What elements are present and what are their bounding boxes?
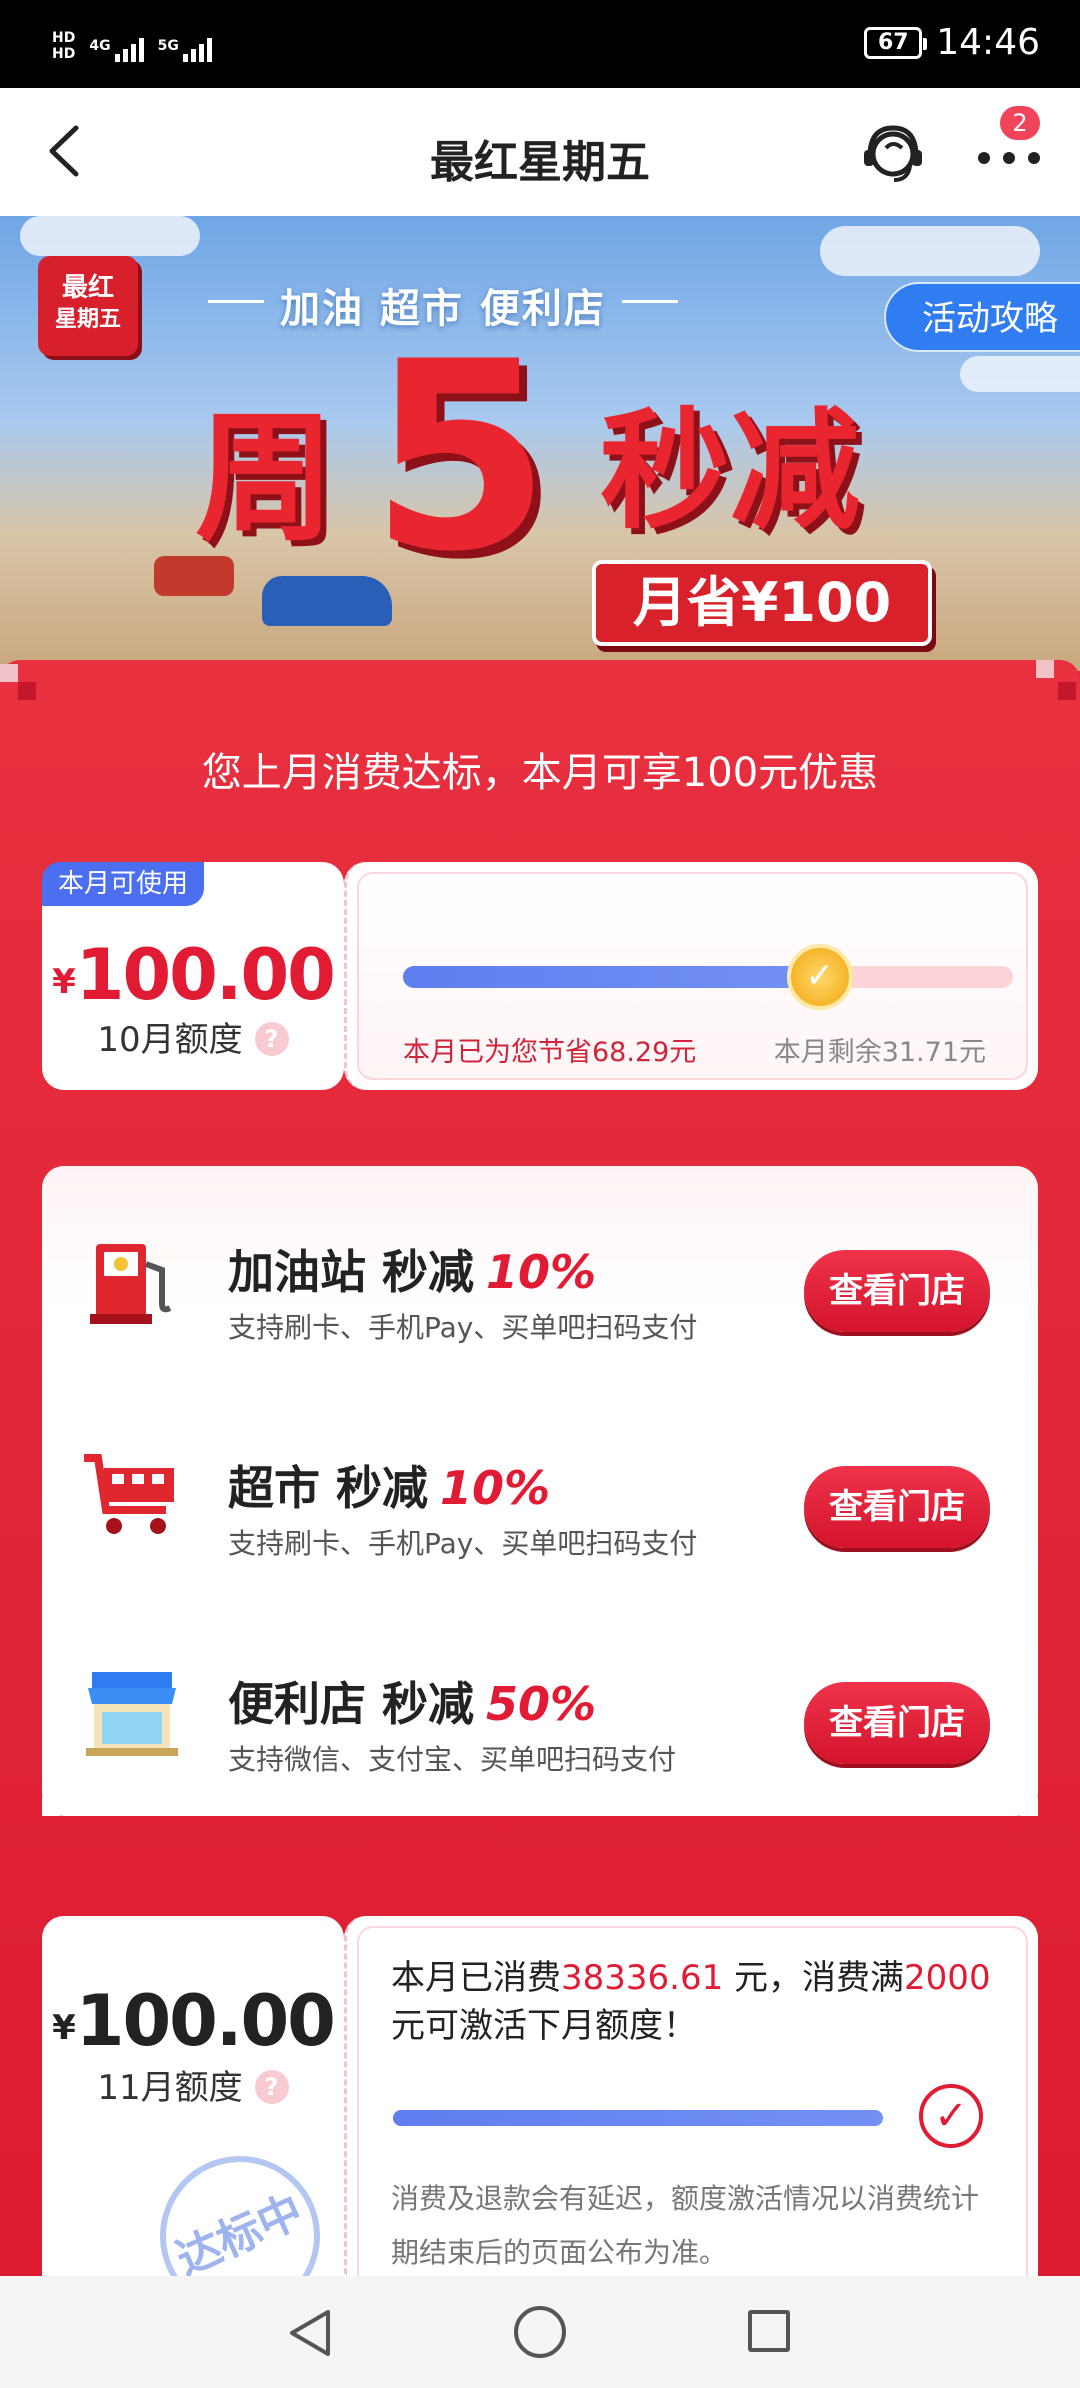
merchant-name: 加油站 秒减 xyxy=(228,1245,475,1299)
pixel-decoration xyxy=(18,682,36,700)
currency-symbol: ¥ xyxy=(52,962,76,1002)
quota-usage-card: ✓ 本月已为您节省68.29元 本月剩余31.71元 xyxy=(344,862,1038,1090)
consumption-progress-card: 本月已消费38336.61 元，消费满2000 元可激活下月额度！ ✓ 消费及退… xyxy=(344,1916,1038,2276)
delay-disclaimer: 消费及退款会有延迟，额度激活情况以消费统计期结束后的页面公布为准。 xyxy=(391,2182,980,2269)
monthly-saving-plate: 月省¥100 xyxy=(592,560,932,646)
threshold-amount: 2000 xyxy=(904,1958,991,1998)
merchant-name: 便利店 秒减 xyxy=(228,1677,475,1731)
cloud-decoration xyxy=(960,356,1080,392)
pixel-decoration xyxy=(0,664,18,682)
quota-month-text: 10月额度 xyxy=(97,1020,243,1060)
cloud-decoration xyxy=(20,216,200,256)
quota-month-label: 11月额度? xyxy=(42,2060,344,2109)
network-indicators: HD HD 4G 5G xyxy=(52,30,212,62)
current-quota-card: 本月可使用 ¥100.00 10月额度? xyxy=(42,862,344,1090)
nav-back-icon[interactable] xyxy=(286,2308,334,2358)
nav-home-icon[interactable] xyxy=(514,2306,566,2358)
pixel-decoration xyxy=(1058,682,1076,700)
logo-line-1: 最红 xyxy=(61,273,114,303)
next-quota-amount: ¥100.00 xyxy=(42,1980,344,2062)
merchant-list-card: 加油站 秒减 10% 支持刷卡、手机Pay、买单吧扫码支付 查看门店 超市 秒减 1… xyxy=(42,1166,1038,1816)
amount-value: 100.00 xyxy=(75,934,336,1016)
notification-badge: 2 xyxy=(1000,106,1040,140)
battery-icon: 67 xyxy=(864,26,928,59)
cloud-decoration xyxy=(820,226,1040,276)
nav-recents-icon[interactable] xyxy=(748,2310,790,2352)
pixel-decoration xyxy=(1036,660,1054,678)
quota-month-label: 10月额度? xyxy=(42,1012,344,1061)
consumption-progress-bar xyxy=(393,2110,883,2126)
headline-instant-discount: 秒减 xyxy=(600,395,861,547)
logo-line-2: 星期五 xyxy=(54,307,121,332)
eligibility-notice: 您上月消费达标，本月可享100元优惠 xyxy=(201,750,879,796)
convenience-store-icon xyxy=(82,1666,182,1758)
system-nav-bar xyxy=(0,2276,1080,2388)
status-bar: HD HD 4G 5G 67 14:46 xyxy=(0,0,1080,88)
merchant-title: 加油站 秒减 10% xyxy=(228,1236,596,1302)
discount-percent: 10% xyxy=(440,1461,551,1515)
headset-icon xyxy=(864,125,922,182)
hd-label-2: HD xyxy=(52,46,76,62)
headline-five: 5 xyxy=(370,307,551,609)
check-coin-icon: ✓ xyxy=(786,944,853,1010)
discount-percent: 10% xyxy=(486,1245,597,1299)
car-illustration xyxy=(262,576,392,626)
available-tag: 本月可使用 xyxy=(42,862,205,906)
promo-banner: 最红 星期五 加油 超市 便利店 活动攻略 周 5 秒减 月省¥100 xyxy=(0,216,1080,671)
campaign-logo: 最红 星期五 xyxy=(38,256,138,356)
merchant-title: 超市 秒减 10% xyxy=(228,1452,550,1518)
merchant-title: 便利店 秒减 50% xyxy=(228,1668,596,1734)
headline-week: 周 xyxy=(195,397,336,561)
network-type-2: 5G xyxy=(157,38,179,54)
more-dot-icon xyxy=(1003,152,1015,164)
check-icon: ✓ xyxy=(919,2084,983,2148)
merchant-name: 超市 秒减 xyxy=(228,1461,429,1515)
clock: 14:46 xyxy=(936,22,1040,63)
consumption-progress-fill xyxy=(393,2110,883,2126)
help-icon[interactable]: ? xyxy=(254,1022,289,1056)
payment-methods: 支持微信、支付宝、买单吧扫码支付 xyxy=(228,1743,677,1776)
next-quota-card: ¥100.00 11月额度? 达标中 xyxy=(42,1916,344,2276)
view-stores-button[interactable]: 查看门店 xyxy=(804,1466,990,1548)
list-item: 加油站 秒减 10% 支持刷卡、手机Pay、买单吧扫码支付 查看门店 xyxy=(42,1210,1038,1350)
consumption-summary: 本月已消费38336.61 元，消费满2000 元可激活下月额度！ xyxy=(391,1954,1021,2050)
usage-progress-bar: ✓ xyxy=(403,944,1013,1010)
payment-methods: 支持刷卡、手机Pay、买单吧扫码支付 xyxy=(228,1527,698,1560)
app-header: 最红星期五 2 xyxy=(0,88,1080,216)
pixel-decoration xyxy=(42,1798,60,1816)
current-quota-amount: ¥100.00 xyxy=(42,934,344,1016)
qualifying-stamp: 达标中 xyxy=(134,2130,344,2276)
customer-service-button[interactable] xyxy=(858,118,928,188)
more-dot-icon xyxy=(978,152,990,164)
list-item: 便利店 秒减 50% 支持微信、支付宝、买单吧扫码支付 查看门店 xyxy=(42,1642,1038,1782)
currency-symbol: ¥ xyxy=(52,2008,76,2048)
saved-amount-text: 本月已为您节省68.29元 xyxy=(403,1037,697,1068)
more-dot-icon xyxy=(1028,152,1040,164)
gas-station-icon xyxy=(82,1234,182,1326)
quota-month-text: 11月额度 xyxy=(97,2068,243,2108)
help-icon[interactable]: ? xyxy=(254,2070,289,2104)
consume-prefix: 本月已消费 xyxy=(391,1958,561,1998)
network-type-1: 4G xyxy=(89,38,111,54)
usage-progress-fill xyxy=(403,966,820,988)
shopping-cart-icon xyxy=(82,1450,182,1542)
consume-suffix: 元可激活下月额度！ xyxy=(391,2006,697,2046)
consumed-amount: 38336.61 xyxy=(561,1958,724,1998)
view-stores-button[interactable]: 查看门店 xyxy=(804,1682,990,1764)
list-item: 超市 秒减 10% 支持刷卡、手机Pay、买单吧扫码支付 查看门店 xyxy=(42,1426,1038,1566)
consume-mid: 元，消费满 xyxy=(723,1958,905,1998)
amount-value: 100.00 xyxy=(75,1980,336,2062)
pixel-decoration xyxy=(1020,1798,1038,1816)
activity-guide-button[interactable]: 活动攻略 xyxy=(884,282,1080,352)
view-stores-button[interactable]: 查看门店 xyxy=(804,1250,990,1332)
discount-percent: 50% xyxy=(486,1677,597,1731)
signal-icon-2 xyxy=(182,38,212,62)
payment-methods: 支持刷卡、手机Pay、买单吧扫码支付 xyxy=(228,1311,698,1344)
remaining-amount-text: 本月剩余31.71元 xyxy=(773,1037,986,1068)
signal-icon-1 xyxy=(114,38,144,62)
hd-label-1: HD xyxy=(52,30,76,46)
